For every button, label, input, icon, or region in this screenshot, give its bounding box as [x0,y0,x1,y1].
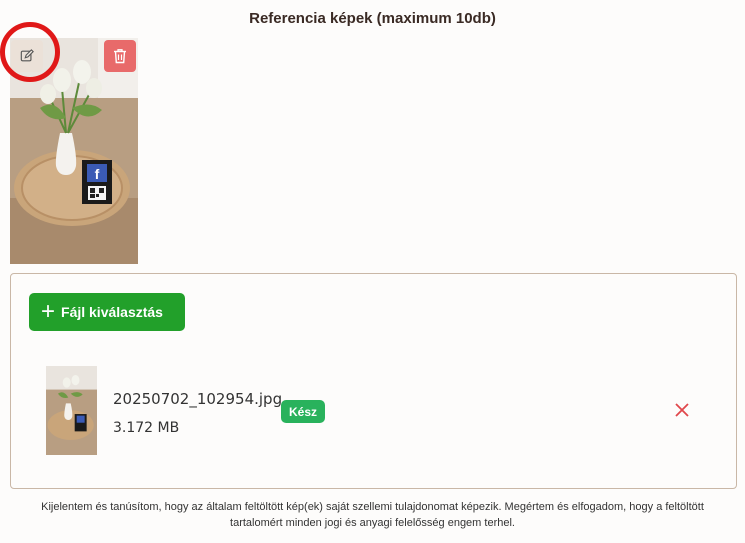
trash-icon [114,49,126,64]
remove-file-icon[interactable] [674,402,690,418]
choose-file-button[interactable]: + Fájl kiválasztás [29,293,185,331]
disclaimer-line-2: tartalomért minden jogi és anyagi felelő… [230,517,515,529]
status-badge: Kész [281,400,326,423]
edit-image-button[interactable] [11,40,43,72]
file-name: 20250702_102954.jpg [113,390,283,408]
delete-image-button[interactable] [104,40,136,72]
disclaimer-line-1: Kijelentem és tanúsítom, hogy az általam… [41,501,704,513]
file-size: 3.172 MB [113,420,180,436]
choose-file-label: Fájl kiválasztás [61,304,163,320]
edit-icon [20,49,34,62]
disclaimer-text: Kijelentem és tanúsítom, hogy az általam… [0,499,745,531]
file-upload-panel: + Fájl kiválasztás 20250702_102954.jpg 3… [10,273,737,489]
plus-icon: + [41,298,56,325]
file-preview-photo [46,366,97,455]
svg-text:f: f [95,166,100,182]
file-thumbnail [46,366,97,455]
section-title: Referencia képek (maximum 10db) [249,10,496,27]
